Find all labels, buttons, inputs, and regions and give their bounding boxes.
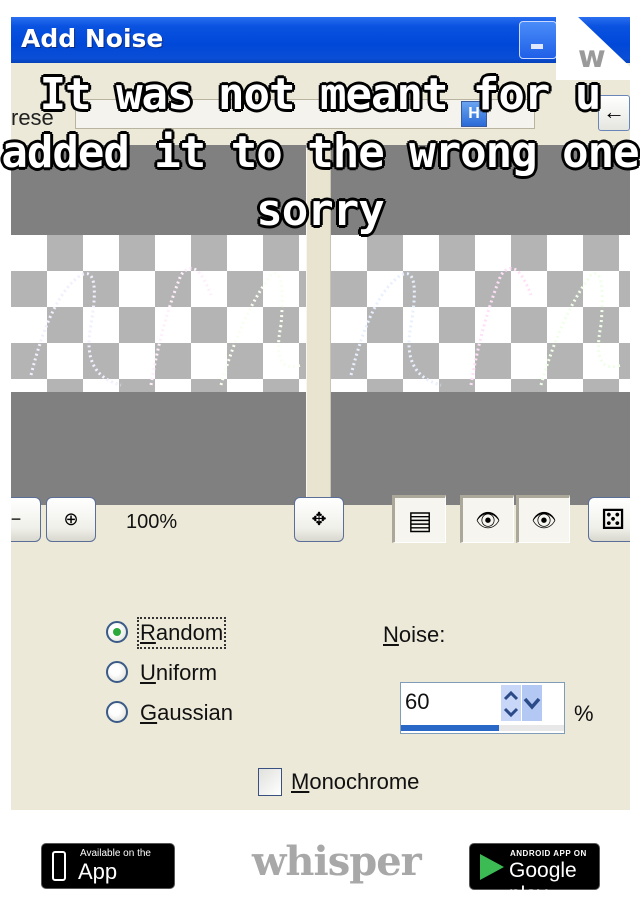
zoom-out-icon: − [11,509,22,529]
noise-label: Noise: [383,622,446,647]
pan-button[interactable]: ✥ [294,497,344,542]
percent-unit: % [574,701,594,726]
googleplay-small-text: ANDROID APP ON [510,849,587,858]
noise-slider-track[interactable] [401,725,564,731]
gaussian-radio[interactable] [106,701,128,723]
noise-slider-fill [401,725,499,731]
eye-lock-icon: 👁 [475,509,501,532]
randomize-button[interactable]: ⚄ [588,497,630,542]
lock-preview-toggle[interactable]: 👁 [460,495,514,543]
googleplay-big-text: Google play [509,859,577,906]
monochrome-checkbox[interactable] [258,768,282,796]
proof-icon: ▤ [407,504,433,535]
zoom-out-button[interactable]: − [11,497,41,542]
caption-line: added it to the wrong one [0,126,640,179]
dialog-title: Add Noise [21,24,164,53]
app-store-badge[interactable]: Available on the App Store [41,843,175,910]
gaussian-label[interactable]: Gaussian [140,700,233,726]
dropdown-slider-button[interactable] [522,685,542,721]
appstore-small-text: Available on the [80,848,151,859]
google-play-badge[interactable]: ANDROID APP ON Google play [469,843,600,906]
iphone-icon [52,851,66,881]
appstore-big-text: App Store [78,859,131,910]
zoom-level: 100% [126,511,178,533]
move-icon: ✥ [311,509,327,529]
title-bar: Add Noise [11,17,630,63]
monochrome-label[interactable]: Monochrome [291,769,419,795]
eye-icon: 👁 [531,509,557,532]
random-label[interactable]: Random [136,617,227,649]
caption-line: sorry [255,184,385,237]
minimize-icon [531,44,543,49]
preview-toggle[interactable]: 👁 [516,495,570,543]
spin-arrows-icon [503,690,519,718]
caption-line: It was not meant for u [39,68,603,121]
zoom-in-icon: ⊕ [63,509,79,529]
minimize-button[interactable] [519,21,557,59]
play-triangle-icon [480,854,504,880]
dice-icon: ⚄ [600,504,626,535]
noise-value[interactable]: 60 [405,689,429,715]
random-radio[interactable] [106,621,128,643]
zoom-in-button[interactable]: ⊕ [46,497,96,542]
spin-up-button[interactable] [501,685,521,721]
whisper-logo[interactable]: whisper [252,838,422,885]
uniform-label[interactable]: Uniform [140,660,217,686]
proof-toggle[interactable]: ▤ [392,495,446,543]
uniform-radio[interactable] [106,661,128,683]
whisper-caption: It was not meant for u added it to the w… [0,66,640,240]
chevron-down-icon [523,697,541,710]
noise-strokes [349,266,622,387]
noise-amount-field[interactable]: 60 [400,682,565,734]
noise-strokes [29,266,302,387]
